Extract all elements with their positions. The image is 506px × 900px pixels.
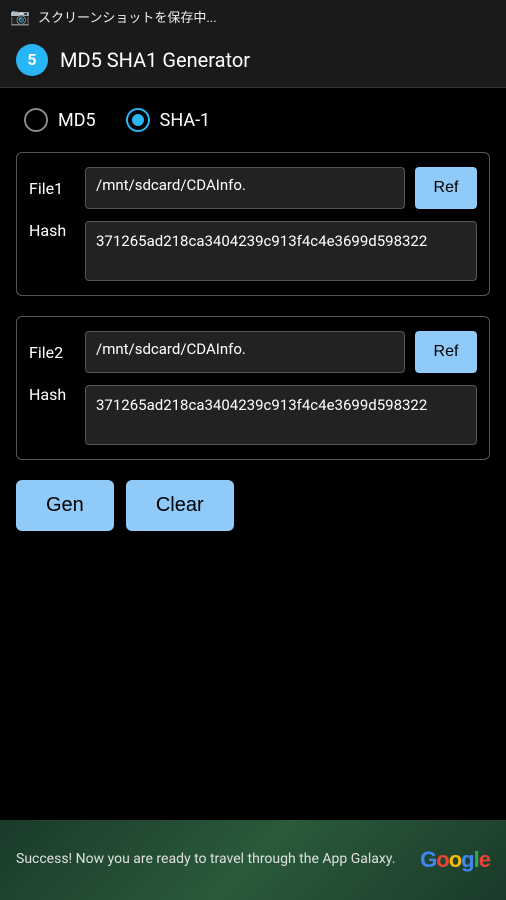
file1-ref-button[interactable]: Ref	[415, 167, 477, 209]
radio-sha1-label: SHA-1	[160, 110, 211, 131]
file1-label: File1	[29, 179, 75, 198]
clear-button[interactable]: Clear	[126, 480, 234, 531]
app-icon: 5	[16, 44, 48, 76]
file2-path[interactable]: /mnt/sdcard/CDAInfo.	[85, 331, 405, 373]
status-text: スクリーンショットを保存中...	[38, 7, 217, 26]
radio-sha1-circle[interactable]	[126, 108, 150, 132]
file1-row: File1 /mnt/sdcard/CDAInfo. Ref	[29, 167, 477, 209]
main-content: MD5 SHA-1 File1 /mnt/sdcard/CDAInfo. Ref…	[0, 88, 506, 551]
file1-hash-row: Hash 371265ad218ca3404239c913f4c4e3699d5…	[29, 221, 477, 281]
file2-row: File2 /mnt/sdcard/CDAInfo. Ref	[29, 331, 477, 373]
radio-md5-label: MD5	[58, 110, 96, 131]
ad-banner[interactable]: Success! Now you are ready to travel thr…	[0, 820, 506, 900]
radio-md5[interactable]: MD5	[24, 108, 96, 132]
file2-hash-value: 371265ad218ca3404239c913f4c4e3699d598322	[85, 385, 477, 445]
screenshot-icon: 📷	[10, 8, 30, 24]
file1-hash-label: Hash	[29, 221, 75, 240]
file2-hash-row: Hash 371265ad218ca3404239c913f4c4e3699d5…	[29, 385, 477, 445]
status-bar: 📷 スクリーンショットを保存中...	[0, 0, 506, 32]
radio-sha1[interactable]: SHA-1	[126, 108, 211, 132]
file1-path[interactable]: /mnt/sdcard/CDAInfo.	[85, 167, 405, 209]
google-logo: Google	[420, 847, 490, 873]
file2-ref-button[interactable]: Ref	[415, 331, 477, 373]
file1-hash-value: 371265ad218ca3404239c913f4c4e3699d598322	[85, 221, 477, 281]
radio-md5-circle[interactable]	[24, 108, 48, 132]
gen-button[interactable]: Gen	[16, 480, 114, 531]
file2-card: File2 /mnt/sdcard/CDAInfo. Ref Hash 3712…	[16, 316, 490, 460]
file1-card: File1 /mnt/sdcard/CDAInfo. Ref Hash 3712…	[16, 152, 490, 296]
file2-hash-label: Hash	[29, 385, 75, 404]
file2-label: File2	[29, 343, 75, 362]
app-title: MD5 SHA1 Generator	[60, 48, 250, 72]
app-bar: 5 MD5 SHA1 Generator	[0, 32, 506, 88]
radio-group: MD5 SHA-1	[16, 108, 490, 132]
ad-text: Success! Now you are ready to travel thr…	[16, 850, 408, 870]
action-buttons: Gen Clear	[16, 480, 490, 531]
